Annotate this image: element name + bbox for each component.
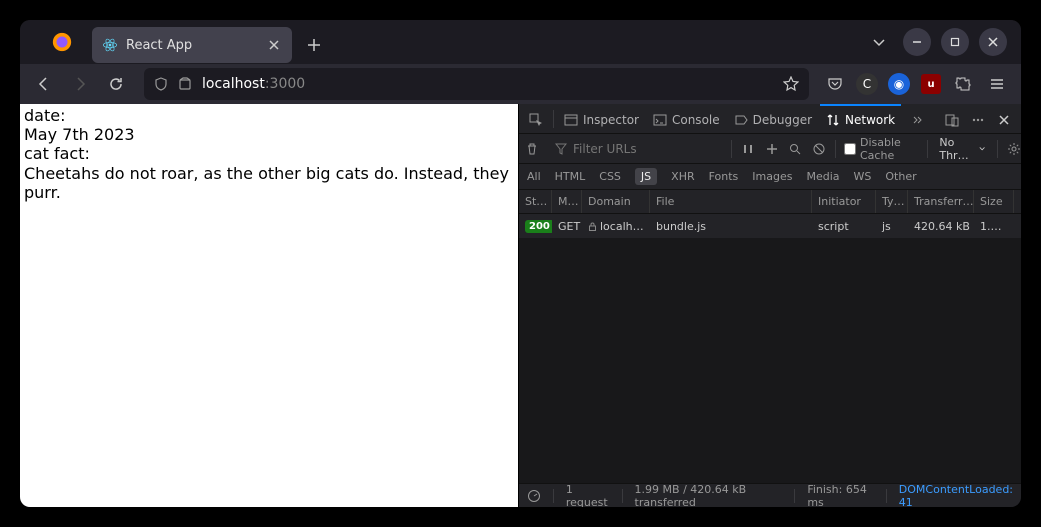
filter-xhr[interactable]: XHR bbox=[671, 170, 694, 183]
shield-icon bbox=[154, 77, 168, 91]
header-initiator[interactable]: Initiator bbox=[812, 190, 876, 213]
header-size[interactable]: Size bbox=[974, 190, 1014, 213]
devtools-panel: Inspector Console Debugger Network bbox=[518, 104, 1021, 507]
row-file: bundle.js bbox=[650, 214, 812, 238]
window-controls bbox=[903, 28, 1013, 56]
tab-inspector[interactable]: Inspector bbox=[558, 104, 645, 134]
header-file[interactable]: File bbox=[650, 190, 812, 213]
settings-gear-icon[interactable] bbox=[1006, 138, 1021, 160]
status-finish: Finish: 654 ms bbox=[807, 483, 874, 508]
page-info-icon bbox=[178, 77, 192, 91]
tab-title: React App bbox=[126, 38, 192, 53]
nav-toolbar: localhost:3000 C ◉ u bbox=[20, 64, 1021, 104]
tab-debugger[interactable]: Debugger bbox=[728, 104, 818, 134]
forward-button[interactable] bbox=[64, 68, 96, 100]
tab-network[interactable]: Network bbox=[820, 104, 901, 134]
tab-react-app[interactable]: React App bbox=[92, 27, 292, 63]
devtools-menu-button[interactable] bbox=[965, 104, 991, 134]
row-domain: localh… bbox=[582, 214, 650, 238]
filter-urls-input[interactable] bbox=[573, 142, 723, 156]
lock-icon bbox=[588, 222, 597, 231]
close-devtools-button[interactable] bbox=[991, 104, 1017, 134]
network-statusbar: 1 request 1.99 MB / 420.64 kB transferre… bbox=[519, 483, 1021, 507]
bookmark-star-icon[interactable] bbox=[783, 76, 799, 92]
app-menu-button[interactable] bbox=[981, 68, 1013, 100]
react-icon bbox=[102, 37, 118, 53]
page-content: date: May 7th 2023 cat fact: Cheetahs do… bbox=[20, 104, 518, 507]
filter-images[interactable]: Images bbox=[752, 170, 792, 183]
block-button[interactable] bbox=[810, 138, 827, 160]
search-button[interactable] bbox=[787, 138, 804, 160]
tab-console[interactable]: Console bbox=[647, 104, 726, 134]
row-type: js bbox=[876, 214, 908, 238]
new-tab-button[interactable] bbox=[300, 31, 328, 59]
date-label: date: bbox=[24, 106, 514, 125]
network-type-filters: All HTML CSS JS XHR Fonts Images Media W… bbox=[519, 164, 1021, 190]
network-toolbar: Disable Cache No Thr… bbox=[519, 134, 1021, 164]
more-tabs-button[interactable] bbox=[903, 104, 929, 134]
throttling-dropdown[interactable]: No Thr… bbox=[935, 136, 989, 162]
pick-element-button[interactable] bbox=[523, 104, 549, 134]
header-status[interactable]: St… bbox=[519, 190, 552, 213]
titlebar: React App bbox=[20, 20, 1021, 64]
header-transferred[interactable]: Transferr… bbox=[908, 190, 974, 213]
url-bar[interactable]: localhost:3000 bbox=[144, 68, 809, 100]
status-badge: 200 bbox=[525, 220, 552, 233]
network-row[interactable]: 200 GET localh… bundle.js script js 420.… bbox=[519, 214, 1021, 238]
perf-icon[interactable] bbox=[527, 489, 541, 503]
pause-button[interactable] bbox=[740, 138, 757, 160]
filter-other[interactable]: Other bbox=[885, 170, 916, 183]
tabs-menu-button[interactable] bbox=[865, 28, 893, 56]
filter-html[interactable]: HTML bbox=[555, 170, 586, 183]
header-domain[interactable]: Domain bbox=[582, 190, 650, 213]
clear-button[interactable] bbox=[525, 138, 539, 160]
status-domcontentloaded: DOMContentLoaded: 41 bbox=[899, 483, 1013, 508]
header-type[interactable]: Ty… bbox=[876, 190, 908, 213]
browser-window: React App localhost:3000 C ◉ bbox=[20, 20, 1021, 507]
extension-1password-icon[interactable]: ◉ bbox=[885, 70, 913, 98]
back-button[interactable] bbox=[28, 68, 60, 100]
filter-fonts[interactable]: Fonts bbox=[709, 170, 739, 183]
firefox-logo-icon bbox=[46, 26, 78, 58]
fact-value: Cheetahs do not roar, as the other big c… bbox=[24, 164, 514, 202]
devtools-tabs: Inspector Console Debugger Network bbox=[519, 104, 1021, 134]
minimize-button[interactable] bbox=[903, 28, 931, 56]
row-size: 1.… bbox=[974, 214, 1014, 238]
close-tab-button[interactable] bbox=[264, 35, 284, 55]
status-requests: 1 request bbox=[566, 483, 610, 508]
row-initiator: script bbox=[812, 214, 876, 238]
network-body bbox=[519, 238, 1021, 483]
url-text: localhost:3000 bbox=[202, 76, 305, 92]
disable-cache-checkbox[interactable]: Disable Cache bbox=[844, 136, 919, 162]
network-table-headers: St… M… Domain File Initiator Ty… Transfe… bbox=[519, 190, 1021, 214]
fact-label: cat fact: bbox=[24, 144, 514, 163]
header-method[interactable]: M… bbox=[552, 190, 582, 213]
close-window-button[interactable] bbox=[979, 28, 1007, 56]
extensions-icon[interactable] bbox=[949, 70, 977, 98]
pocket-icon[interactable] bbox=[821, 70, 849, 98]
add-button[interactable] bbox=[763, 138, 780, 160]
responsive-mode-button[interactable] bbox=[939, 104, 965, 134]
reload-button[interactable] bbox=[100, 68, 132, 100]
row-method: GET bbox=[552, 214, 582, 238]
filter-icon[interactable] bbox=[555, 138, 567, 160]
status-transferred: 1.99 MB / 420.64 kB transferred bbox=[635, 483, 783, 508]
extension-c-icon[interactable]: C bbox=[853, 70, 881, 98]
row-transferred: 420.64 kB bbox=[908, 214, 974, 238]
filter-all[interactable]: All bbox=[527, 170, 541, 183]
filter-css[interactable]: CSS bbox=[599, 170, 621, 183]
extension-ublock-icon[interactable]: u bbox=[917, 70, 945, 98]
content-area: date: May 7th 2023 cat fact: Cheetahs do… bbox=[20, 104, 1021, 507]
maximize-button[interactable] bbox=[941, 28, 969, 56]
filter-media[interactable]: Media bbox=[806, 170, 839, 183]
date-value: May 7th 2023 bbox=[24, 125, 514, 144]
filter-js[interactable]: JS bbox=[635, 168, 657, 185]
filter-ws[interactable]: WS bbox=[854, 170, 872, 183]
